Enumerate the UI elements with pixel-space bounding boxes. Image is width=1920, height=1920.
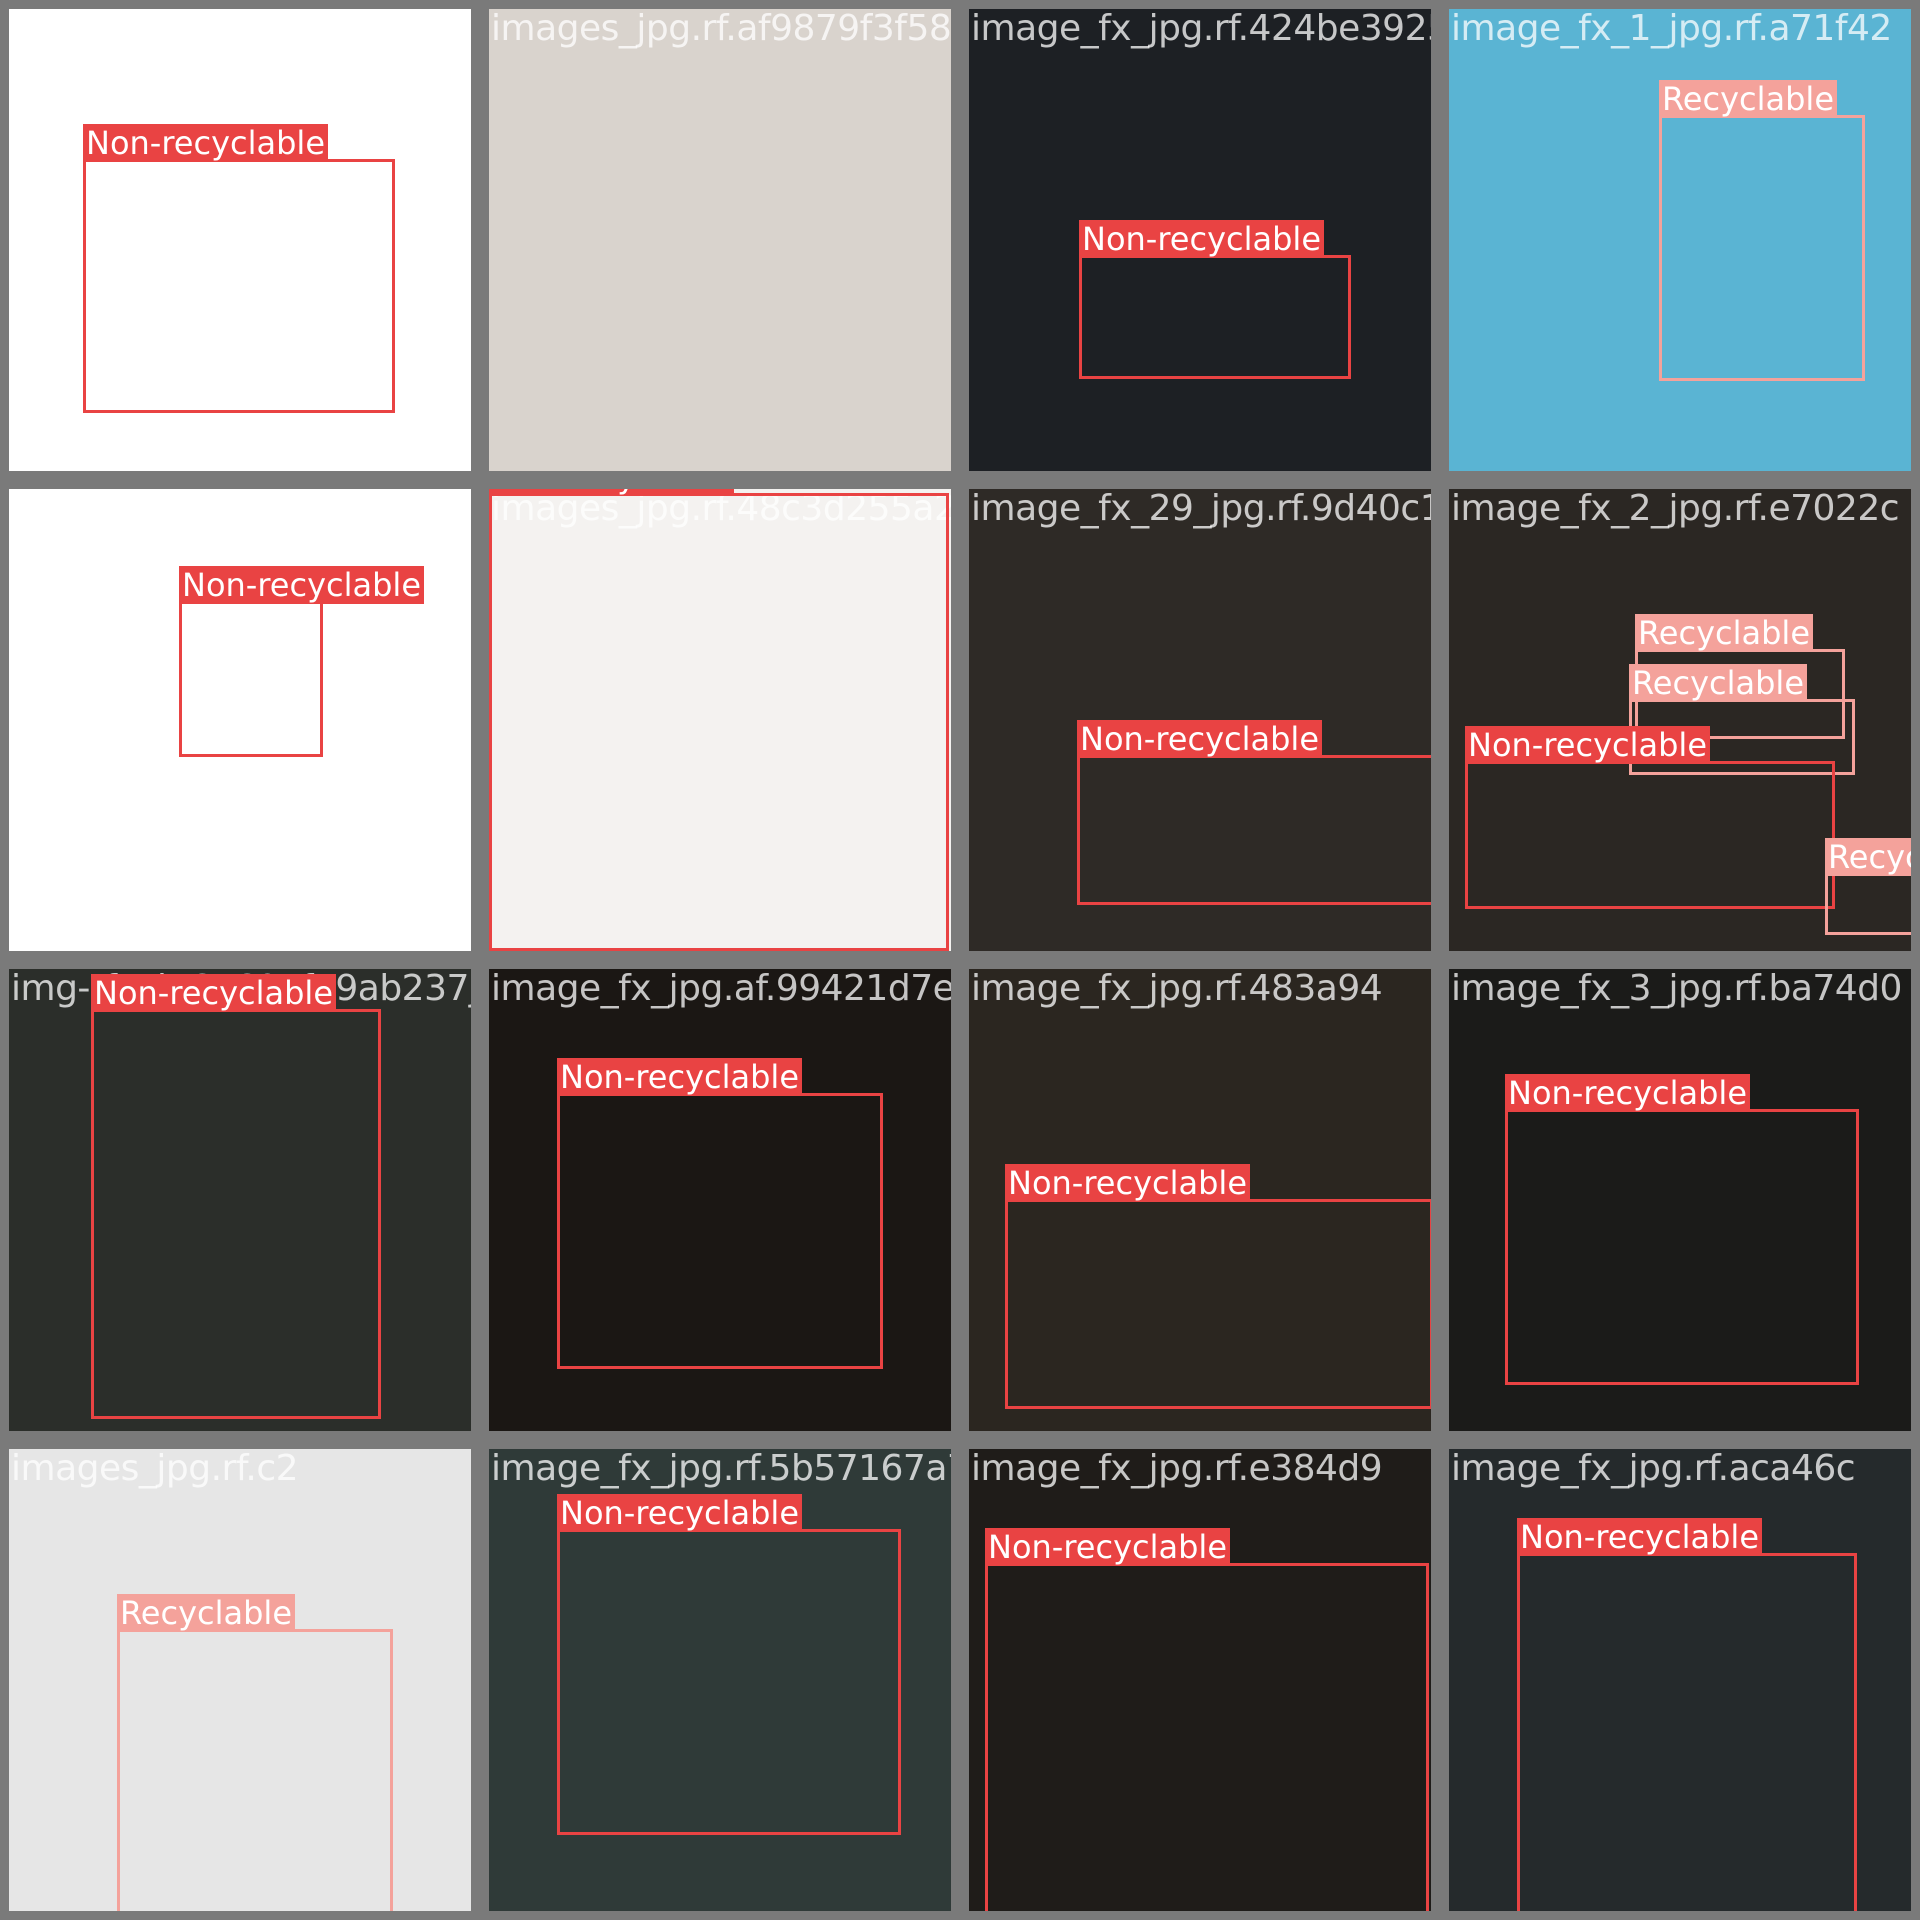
class-label: Non-recyclable [1465, 726, 1710, 764]
image-tile: images_jpg.rf.c2 Recyclable [0, 1440, 480, 1920]
image-filename: image_fx_1_jpg.rf.a71f42 [1451, 8, 1892, 49]
image-tile: img-rf.cd761607f19ab237jpg.af.99421d7ef5… [0, 960, 480, 1440]
image-filename: image_fx_jpg.rf.5b57167a7 [491, 1448, 960, 1489]
bounding-box: Non-recyclable [1517, 1518, 1857, 1911]
class-label: Recyclable [117, 1594, 295, 1632]
class-label: Non-recyclable [1077, 720, 1322, 758]
image-tile: images_jpg.rf.48c3d255a27bNon-recyclable [480, 480, 960, 960]
image-filename: image_fx_2_jpg.rf.e7022c [1451, 488, 1900, 529]
bounding-box: Non-recyclable [179, 566, 424, 757]
class-label: Non-recyclable [91, 974, 336, 1012]
bounding-box: Recyclable [1825, 838, 1911, 935]
class-label: Non-recyclable [1079, 220, 1324, 258]
image-tile: image_fx_2_jpg.rf.e7022c Recyclable Recycl… [1440, 480, 1920, 960]
image-filename: image_fx_jpg.rf.424be3925 [971, 8, 1440, 49]
class-label: Non-recyclable [1517, 1518, 1762, 1556]
class-label: Non-recyclable [1005, 1164, 1250, 1202]
image-filename: image_fx_jpg.af.99421d7ef5 [491, 968, 960, 1009]
image-filename: image_fx_3_jpg.rf.ba74d0 [1451, 968, 1902, 1009]
image-tile: image_fx_3_jpg.rf.ba74d0 Non-recyclable [1440, 960, 1920, 1440]
bounding-box: Recyclable [1659, 80, 1865, 381]
bounding-box: Non-recyclable [985, 1528, 1429, 1911]
image-tile: image_fx_jpg.rf.aca46c Non-recyclable [1440, 1440, 1920, 1920]
bounding-box: Non-recyclable [1077, 720, 1431, 905]
class-label: Non-recyclable [179, 566, 424, 604]
bounding-box: Non-recyclable [1079, 220, 1351, 379]
image-tile: istockphoto-121343453-612x612_jpg.rf.793… [0, 0, 480, 480]
bounding-box: Non-recyclable [1465, 726, 1835, 909]
image-filename: images_jpg.rf.af9879f3f58f [491, 8, 960, 49]
detection-grid: istockphoto-121343453-612x612_jpg.rf.793… [0, 0, 1920, 1920]
bounding-box: Non-recyclable [1505, 1074, 1859, 1385]
image-filename: image_fx_29_jpg.rf.9d40c1 [971, 488, 1440, 529]
bounding-box: Non-recyclable [557, 1494, 901, 1835]
image-filename: images_jpg.rf.c2 [11, 1448, 299, 1489]
image-tile: image_fx_29_jpg.rf.9d40c1 Non-recyclable [960, 480, 1440, 960]
bounding-box: Recyclable [117, 1594, 393, 1911]
image-tile: image_fx_jpg.rf.483a94 Non-recyclable [960, 960, 1440, 1440]
bounding-box: Non-recyclable [83, 124, 395, 413]
image-tile: image_fx_jpg.af.99421d7ef5 Non-recyclable [480, 960, 960, 1440]
class-label: Non-recyclable [489, 489, 734, 496]
bounding-box: Non-recyclable [91, 974, 381, 1419]
image-filename: istockphoto-1045742132-612x612_jpg.rf.48… [11, 488, 480, 529]
image-tile: images_jpg.rf.af9879f3f58f [480, 0, 960, 480]
image-filename: image_fx_jpg.rf.e384d9 [971, 1448, 1383, 1489]
image-tile: istockphoto-1045742132-612x612_jpg.rf.48… [0, 480, 480, 960]
class-label: Non-recyclable [83, 124, 328, 162]
image-tile: image_fx_jpg.rf.424be3925 Non-recyclable [960, 0, 1440, 480]
class-label: Non-recyclable [1505, 1074, 1750, 1112]
bounding-box: Non-recyclable [489, 489, 949, 951]
bounding-box: Non-recyclable [557, 1058, 883, 1369]
image-filename: istockphoto-121343453-612x612_jpg.rf.793… [11, 8, 480, 49]
class-label: Non-recyclable [985, 1528, 1230, 1566]
tile-photo [489, 9, 951, 471]
image-tile: image_fx_jpg.rf.5b57167a7 Non-recyclable [480, 1440, 960, 1920]
image-tile: image_fx_jpg.rf.e384d9 Non-recyclable [960, 1440, 1440, 1920]
image-filename: image_fx_jpg.rf.483a94 [971, 968, 1383, 1009]
image-tile: image_fx_1_jpg.rf.a71f42 Recyclable [1440, 0, 1920, 480]
class-label: Recyclable [1659, 80, 1837, 118]
class-label: Non-recyclable [557, 1058, 802, 1096]
bounding-box: Non-recyclable [1005, 1164, 1431, 1409]
class-label: Non-recyclable [557, 1494, 802, 1532]
class-label: Recyclable [1629, 664, 1807, 702]
class-label: Recyclable [1825, 838, 1911, 876]
class-label: Recyclable [1635, 614, 1813, 652]
image-filename: image_fx_jpg.rf.aca46c [1451, 1448, 1856, 1489]
